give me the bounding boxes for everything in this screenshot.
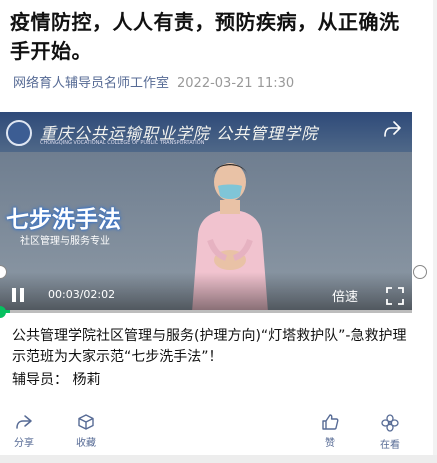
bottom-divider — [0, 455, 437, 463]
author-link[interactable]: 网络育人辅导员名师工作室 — [13, 76, 169, 91]
overlay-title: 七步洗手法 — [6, 207, 121, 233]
article-meta: 网络育人辅导员名师工作室 2022-03-21 11:30 — [13, 72, 294, 91]
flower-icon — [381, 414, 399, 432]
thumbs-up-icon — [322, 414, 339, 430]
video-player[interactable]: 重庆公共运输职业学院 公共管理学院 CHONGQING VOCATIONAL C… — [0, 112, 412, 312]
share-arrow-icon — [16, 415, 32, 429]
favorite-button[interactable]: 收藏 — [66, 414, 106, 449]
share-button[interactable]: 分享 — [4, 414, 44, 449]
overlay-subtitle: 社区管理与服务专业 — [20, 236, 110, 247]
video-time: 00:03/02:02 — [48, 288, 116, 301]
teacher-credit: 辅导员： 杨莉 — [12, 372, 101, 388]
article-title: 疫情防控，人人有责，预防疾病，从正确洗手开始。 — [10, 10, 400, 63]
box-icon — [78, 414, 94, 430]
speed-button[interactable]: 倍速 — [332, 286, 358, 305]
video-caption: 公共管理学院社区管理与服务(护理方向)“灯塔救护队”-急救护理示范班为大家示范“… — [12, 328, 407, 365]
school-name-en: CHONGQING VOCATIONAL COLLEGE OF PUBLIC T… — [40, 140, 205, 146]
school-logo-icon — [6, 120, 32, 146]
watching-label: 在看 — [380, 440, 400, 451]
share-label: 分享 — [14, 438, 34, 449]
favorite-label: 收藏 — [76, 438, 96, 449]
right-edge-strip — [433, 0, 437, 463]
fullscreen-icon[interactable] — [386, 287, 404, 305]
like-label: 赞 — [325, 438, 335, 449]
share-icon[interactable] — [382, 120, 402, 138]
pause-icon[interactable] — [10, 287, 26, 303]
publish-date: 2022-03-21 11:30 — [177, 76, 295, 91]
video-progress-bar[interactable] — [0, 310, 412, 313]
like-button[interactable]: 赞 — [310, 414, 350, 449]
drag-handle-right[interactable] — [413, 265, 427, 279]
watching-button[interactable]: 在看 — [370, 414, 410, 451]
